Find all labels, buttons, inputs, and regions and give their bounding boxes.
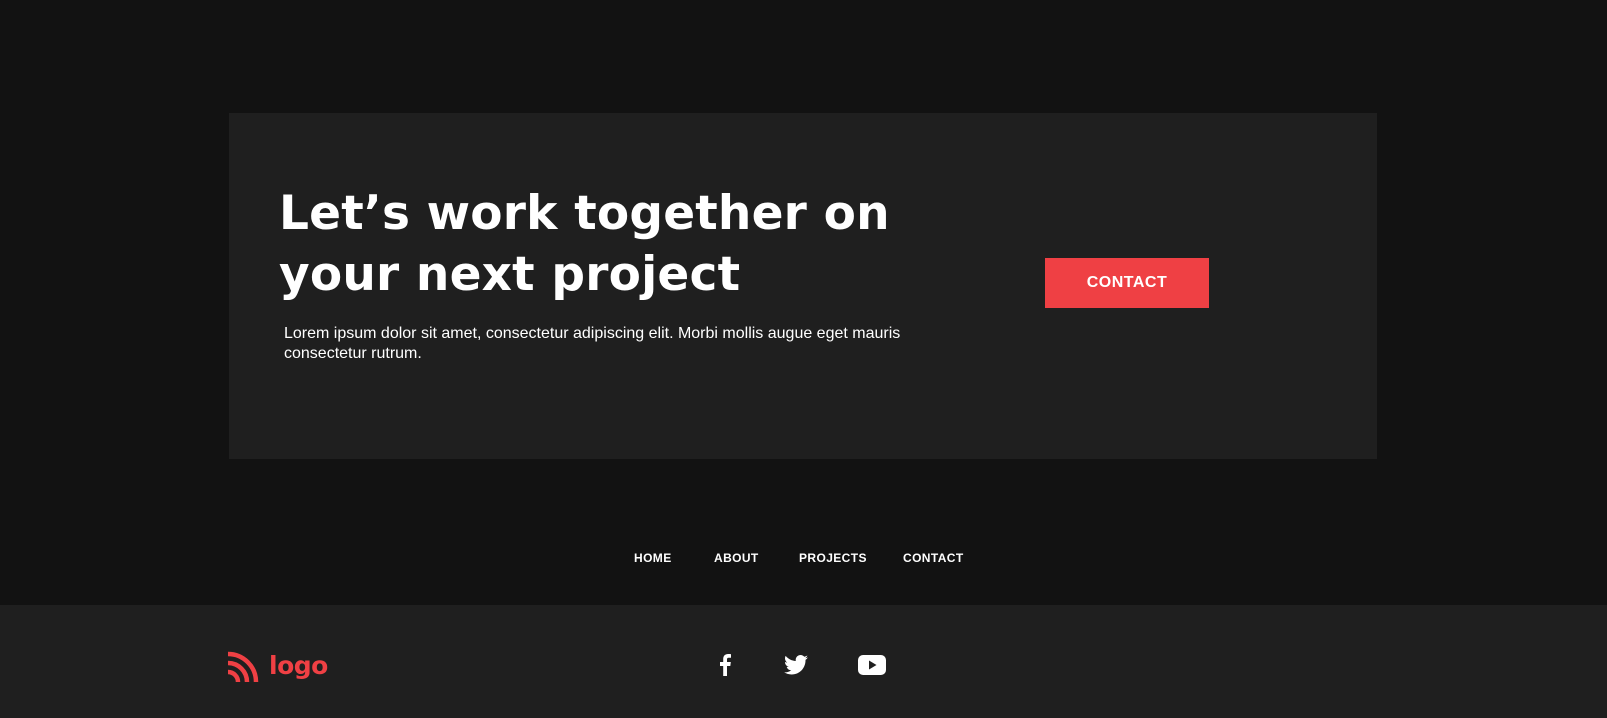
footer: logo (0, 605, 1607, 718)
nav-link-projects[interactable]: PROJECTS (799, 549, 867, 567)
cta-heading: Let’s work together on your next project (279, 186, 890, 302)
cta-description: Lorem ipsum dolor sit amet, consectetur … (284, 325, 901, 362)
cta-card: Let’s work together on your next project… (229, 113, 1377, 459)
logo[interactable]: logo (228, 648, 328, 684)
footer-nav: HOME ABOUT PROJECTS CONTACT (0, 549, 1607, 567)
twitter-link[interactable] (784, 655, 808, 675)
logo-icon (228, 651, 259, 682)
nav-link-home[interactable]: HOME (634, 549, 672, 567)
twitter-icon (784, 655, 808, 675)
logo-text: logo (269, 651, 328, 680)
facebook-link[interactable] (719, 654, 731, 676)
nav-link-contact[interactable]: CONTACT (903, 549, 964, 567)
facebook-icon (720, 654, 731, 676)
nav-link-about[interactable]: ABOUT (714, 549, 759, 567)
youtube-icon (858, 655, 886, 675)
contact-button[interactable]: CONTACT (1045, 258, 1209, 308)
youtube-link[interactable] (858, 655, 886, 675)
